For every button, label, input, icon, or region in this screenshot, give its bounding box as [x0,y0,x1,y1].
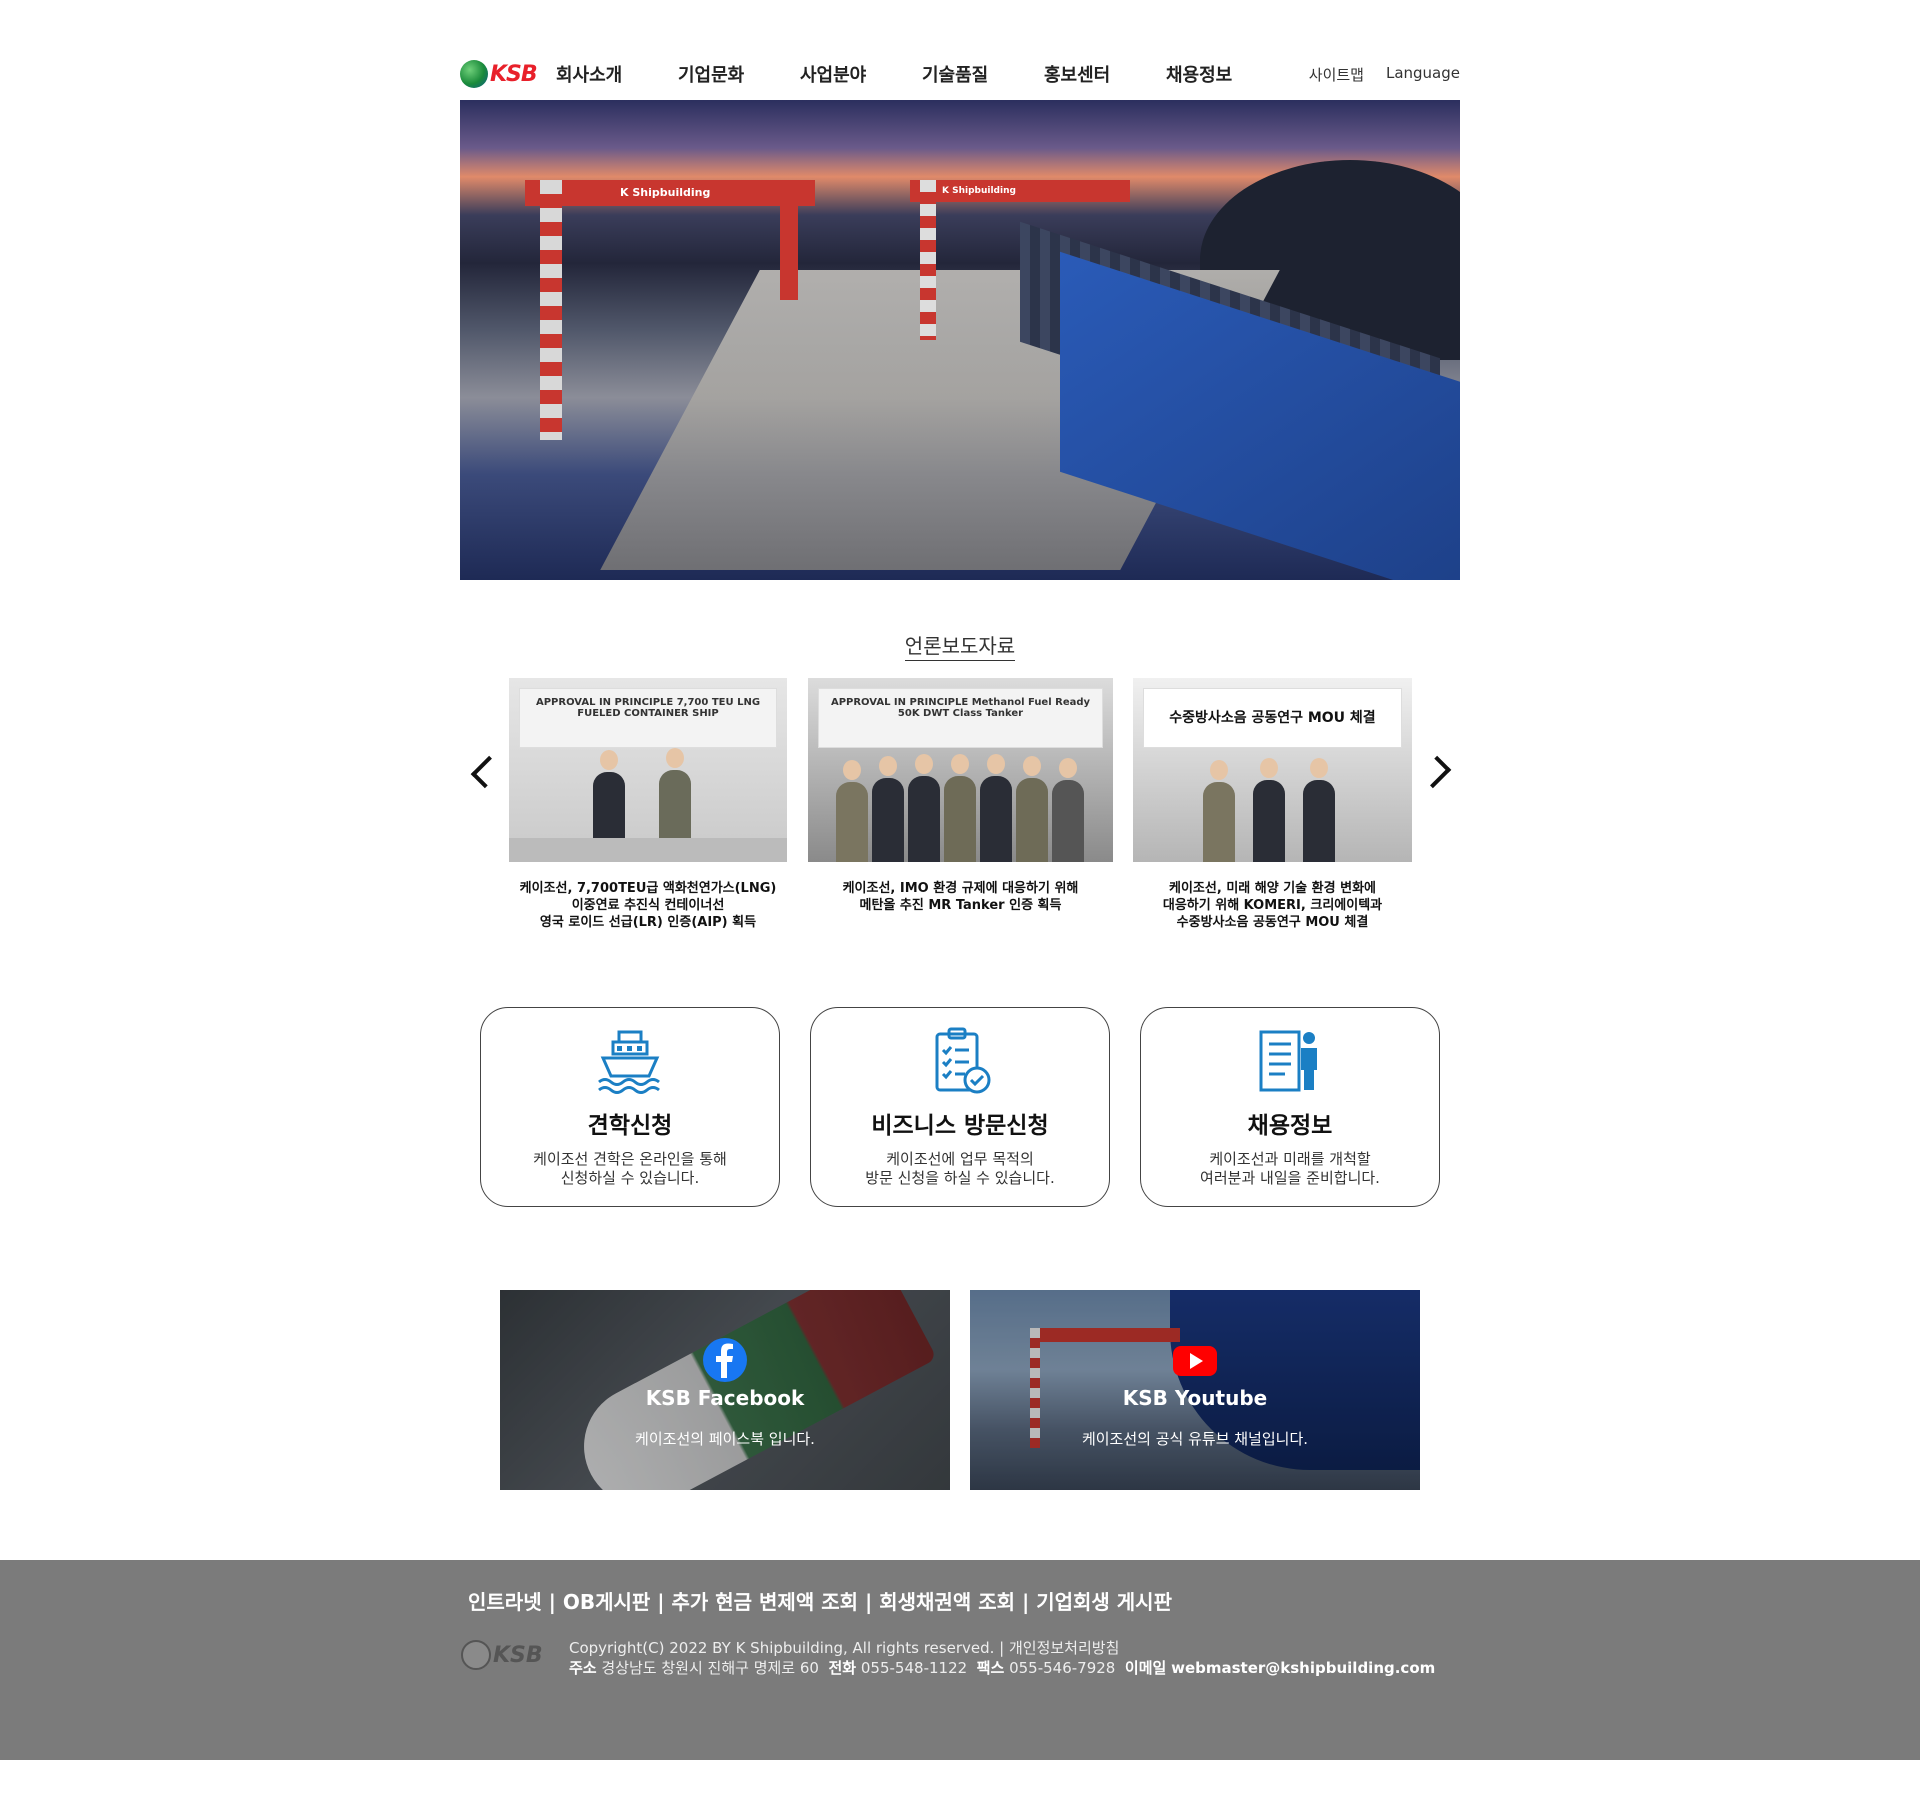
service-title: 비즈니스 방문신청 [871,1113,1049,1139]
person-figure [908,754,940,862]
chevron-left-icon [470,755,504,789]
recruit-document-person-icon [1255,1026,1325,1096]
nav-item-culture[interactable]: 기업문화 [678,61,800,87]
person-figure [836,760,868,862]
fax: 055-546-7928 [1009,1659,1116,1677]
person-figure [1203,760,1235,862]
nav-item-technology[interactable]: 기술품질 [922,61,1044,87]
press-card-image: 수중방사소음 공동연구 MOU 체결 [1133,678,1412,862]
language-link[interactable]: Language [1386,64,1460,85]
press-card-image: APPROVAL IN PRINCIPLE 7,700 TEU LNG FUEL… [509,678,787,862]
press-card-image: APPROVAL IN PRINCIPLE Methanol Fuel Read… [808,678,1113,862]
service-desc: 케이조선에 업무 목적의 방문 신청을 하실 수 있습니다. [865,1150,1055,1187]
sns-name: KSB Facebook [645,1386,805,1410]
clipboard-check-icon [925,1026,995,1096]
footer-logo: KSB [461,1640,543,1670]
press-title-text[interactable]: 언론보도자료 [904,634,1016,661]
facebook-icon [703,1338,747,1382]
person-figure [944,754,976,862]
header: KSB 회사소개 기업문화 사업분야 기술품질 홍보센터 채용정보 사이트맵 L… [460,52,1460,96]
person-figure [1052,758,1084,862]
press-card[interactable]: 수중방사소음 공동연구 MOU 체결 케이조선, 미래 해양 기술 환경 변화에… [1133,678,1412,931]
person-figure [872,756,904,862]
sns-desc: 케이조선의 공식 유튜브 채널입니다. [1081,1430,1309,1448]
press-card-caption: 케이조선, IMO 환경 규제에 대응하기 위해 메탄올 추진 MR Tanke… [842,881,1079,913]
press-card-caption: 케이조선, 7,700TEU급 액화천연가스(LNG) 이중연료 추진식 컨테이… [519,881,777,930]
logo-text: KSB [490,61,538,87]
page: KSB 회사소개 기업문화 사업분야 기술품질 홍보센터 채용정보 사이트맵 L… [0,0,1920,1810]
service-card-business-visit[interactable]: 비즈니스 방문신청 케이조선에 업무 목적의 방문 신청을 하실 수 있습니다. [810,1007,1110,1207]
service-title: 견학신청 [587,1113,673,1139]
globe-logo-icon [461,1640,491,1670]
sns-name: KSB Youtube [1122,1386,1268,1410]
carousel-prev-button[interactable] [467,744,504,800]
ship-icon [595,1026,665,1096]
logo[interactable]: KSB [460,60,546,88]
footer-links[interactable]: 인트라넷 | OB게시판 | 추가 현금 변제액 조회 | 회생채권액 조회 |… [468,1586,1172,1615]
person-figure [1303,758,1335,862]
footer-logo-text: KSB [493,1642,543,1668]
chevron-right-icon [1418,755,1452,789]
gantry-crane-left-leg [540,180,562,440]
sns-desc: 케이조선의 페이스북 입니다. [635,1430,815,1448]
hero-shipyard-image: K Shipbuilding K Shipbuilding [460,100,1460,580]
press-card[interactable]: APPROVAL IN PRINCIPLE Methanol Fuel Read… [808,678,1113,914]
globe-logo-icon [460,60,488,88]
service-card-tour[interactable]: 견학신청 케이조선 견학은 온라인을 통해 신청하실 수 있습니다. [480,1007,780,1207]
nav-item-careers[interactable]: 채용정보 [1166,61,1288,87]
press-card-table [509,838,787,862]
service-title: 채용정보 [1247,1113,1333,1139]
nav-item-company[interactable]: 회사소개 [556,61,678,87]
sitemap-link[interactable]: 사이트맵 [1309,64,1364,85]
service-desc: 케이조선과 미래를 개척할 여러분과 내일을 준비합니다. [1200,1150,1380,1187]
footer-info: Copyright(C) 2022 BY K Shipbuilding, All… [569,1638,1435,1678]
contact-line: 주소 경상남도 창원시 진해구 명제로 60 전화 055-548-1122 팩… [569,1659,1436,1677]
press-section-title: 언론보도자료 [0,630,1920,661]
press-card-board-text: APPROVAL IN PRINCIPLE Methanol Fuel Read… [830,697,1091,719]
person-figure [1253,758,1285,862]
press-card-board-text: 수중방사소음 공동연구 MOU 체결 [1169,710,1376,726]
youtube-icon [1173,1338,1217,1382]
crane-label-1: K Shipbuilding [620,186,711,199]
address: 경상남도 창원시 진해구 명제로 60 [601,1659,819,1677]
press-card-board: 수중방사소음 공동연구 MOU 체결 [1143,688,1402,748]
crane-label-2: K Shipbuilding [942,186,1016,196]
facebook-banner[interactable]: KSB Facebook 케이조선의 페이스북 입니다. [500,1290,950,1490]
youtube-banner[interactable]: KSB Youtube 케이조선의 공식 유튜브 채널입니다. [970,1290,1420,1490]
main-nav: 회사소개 기업문화 사업분야 기술품질 홍보센터 채용정보 [556,61,1288,87]
press-card-caption: 케이조선, 미래 해양 기술 환경 변화에 대응하기 위해 KOMERI, 크리… [1162,881,1383,930]
person-figure [1016,756,1048,862]
service-desc: 케이조선 견학은 온라인을 통해 신청하실 수 있습니다. [533,1150,727,1187]
person-figure [980,754,1012,862]
utility-links: 사이트맵 Language [1309,64,1460,85]
copyright: Copyright(C) 2022 BY K Shipbuilding, All… [569,1639,1120,1657]
footer: 인트라넷 | OB게시판 | 추가 현금 변제액 조회 | 회생채권액 조회 |… [0,1560,1920,1760]
press-card-board: APPROVAL IN PRINCIPLE Methanol Fuel Read… [818,688,1103,748]
press-card-board-text: APPROVAL IN PRINCIPLE 7,700 TEU LNG FUEL… [535,697,761,719]
press-card[interactable]: APPROVAL IN PRINCIPLE 7,700 TEU LNG FUEL… [509,678,787,931]
gantry-crane-left-leg-right [780,180,798,300]
nav-item-pr-center[interactable]: 홍보센터 [1044,61,1166,87]
service-card-recruit[interactable]: 채용정보 케이조선과 미래를 개척할 여러분과 내일을 준비합니다. [1140,1007,1440,1207]
carousel-next-button[interactable] [1418,744,1455,800]
gantry-crane-right-leg [920,180,936,340]
nav-item-business[interactable]: 사업분야 [800,61,922,87]
phone: 055-548-1122 [860,1659,968,1677]
email[interactable]: webmaster@kshipbuilding.com [1171,1659,1435,1677]
press-card-board: APPROVAL IN PRINCIPLE 7,700 TEU LNG FUEL… [519,688,777,748]
